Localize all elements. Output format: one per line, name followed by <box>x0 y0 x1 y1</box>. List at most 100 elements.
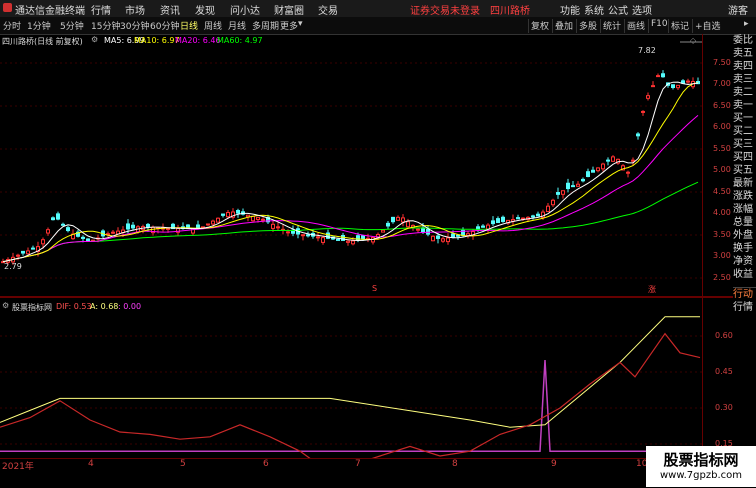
price-tick: 3.50 <box>713 230 731 239</box>
quote-field: 换手 <box>733 243 753 254</box>
quote-field: 买一 <box>733 113 753 124</box>
indicator-axis: 0.60 0.45 0.30 0.15 <box>702 298 734 458</box>
tool-draw[interactable]: 画线 <box>624 19 647 33</box>
quote-field: 买二 <box>733 126 753 137</box>
candlestick-chart <box>0 41 702 279</box>
indicator-tick: 0.30 <box>715 403 733 412</box>
quote-field: 卖四 <box>733 61 753 72</box>
tool-multistock[interactable]: 多股 <box>576 19 599 33</box>
quote-field: 买四 <box>733 152 753 163</box>
period-intraday[interactable]: 分时 <box>3 19 21 32</box>
dif-line <box>0 332 701 458</box>
time-tick: 2021年 <box>2 462 34 472</box>
period-weekly[interactable]: 周线 <box>204 19 222 32</box>
user-label[interactable]: 游客 <box>728 2 748 17</box>
quote-field: 外盘 <box>733 230 753 241</box>
period-daily[interactable]: 日线 <box>180 19 198 32</box>
quote-field: 委比 <box>733 35 753 46</box>
tool-f10[interactable]: F10 <box>648 19 670 33</box>
login-status[interactable]: 证券交易未登录 <box>410 2 480 17</box>
indicator-panel[interactable]: ⚙ 股票指标网 DIF: 0.53 A: 0.68 : 0.00 <box>0 298 702 458</box>
time-tick: 9 <box>551 459 557 469</box>
price-tick: 7.50 <box>713 58 731 67</box>
menu-item-markets[interactable]: 市场 <box>125 2 145 17</box>
tool-mark[interactable]: 标记 <box>668 19 691 33</box>
tool-stats[interactable]: 统计 <box>600 19 623 33</box>
period-more[interactable]: 更多 <box>280 19 298 32</box>
menu-item-news[interactable]: 资讯 <box>160 2 180 17</box>
quote-tab-action[interactable]: 行动 <box>733 288 756 301</box>
price-tick: 5.00 <box>713 165 731 174</box>
quote-field: 买三 <box>733 139 753 150</box>
time-tick: 4 <box>88 459 94 469</box>
app-title: 通达信金融终端 <box>15 6 85 17</box>
time-tick: 5 <box>180 459 186 469</box>
watermark-logo: 股票指标网 www.7gpzb.com <box>646 446 756 487</box>
quote-field: 卖二 <box>733 87 753 98</box>
signal-marker: S <box>372 284 378 293</box>
app-logo-icon <box>3 3 12 12</box>
quote-field: 卖一 <box>733 100 753 111</box>
menu-item-trade[interactable]: 交易 <box>318 2 338 17</box>
quote-tab-market[interactable]: 行情 <box>733 301 756 314</box>
indicator-tick: 0.60 <box>715 331 733 340</box>
period-multi[interactable]: 多周期 <box>252 19 279 32</box>
tool-overlay[interactable]: 叠加 <box>552 19 575 33</box>
quote-field: 最新 <box>733 178 753 189</box>
price-tick: 6.50 <box>713 101 731 110</box>
main-chart-panel[interactable]: 四川路桥(日线 前复权) ⚙ MA5: 6.99 MA10: 6.97 MA20… <box>0 34 702 296</box>
price-tick: 4.00 <box>713 208 731 217</box>
quote-field: 总量 <box>733 217 753 228</box>
candles <box>1 70 700 265</box>
quote-field: 涨幅 <box>733 204 753 215</box>
menu-item-function[interactable]: 功能 <box>560 2 580 17</box>
time-tick: 8 <box>452 459 458 469</box>
price-tick: 7.00 <box>713 79 731 88</box>
period-monthly[interactable]: 月线 <box>228 19 246 32</box>
period-30min[interactable]: 30分钟 <box>120 19 149 32</box>
chevron-down-icon[interactable]: ▾ <box>298 19 303 29</box>
low-price-label: 2.79 <box>4 262 22 271</box>
price-tick: 2.50 <box>713 273 731 282</box>
menu-item-market[interactable]: 行情 <box>91 2 111 17</box>
tool-adjust[interactable]: 复权 <box>528 19 551 33</box>
period-60min[interactable]: 60分钟 <box>150 19 179 32</box>
menu-bar: 通达信金融终端 行情 市场 资讯 发现 问小达 财富圈 交易 证券交易未登录 四… <box>0 0 756 18</box>
period-5min[interactable]: 5分钟 <box>60 19 84 32</box>
menu-item-discover[interactable]: 发现 <box>195 2 215 17</box>
indicator-tick: 0.45 <box>715 367 733 376</box>
period-bar: 分时 1分钟 5分钟 15分钟 30分钟 60分钟 日线 周线 月线 多周期 更… <box>0 17 756 35</box>
price-tick: 3.00 <box>713 251 731 260</box>
quote-field: 卖五 <box>733 48 753 59</box>
price-tick: 6.00 <box>713 122 731 131</box>
time-tick: 6 <box>263 459 269 469</box>
period-1min[interactable]: 1分钟 <box>27 19 51 32</box>
tool-add-watchlist[interactable]: +自选 <box>692 19 723 33</box>
menu-item-system[interactable]: 系统 <box>584 2 604 17</box>
watermark-title: 股票指标网 <box>663 451 739 469</box>
b-line <box>0 359 700 452</box>
price-tick: 5.50 <box>713 144 731 153</box>
quote-field: 收益 <box>733 269 753 280</box>
time-axis <box>0 458 733 488</box>
high-price-label: 7.82 <box>638 46 656 55</box>
menu-item-options[interactable]: 选项 <box>632 2 652 17</box>
time-tick: 7 <box>355 459 361 469</box>
indicator-chart <box>0 316 702 458</box>
watermark-url: www.7gpzb.com <box>660 470 742 481</box>
stock-name: 四川路桥 <box>490 6 530 17</box>
quote-field: 涨跌 <box>733 191 753 202</box>
menu-item-wealth[interactable]: 财富圈 <box>274 2 304 17</box>
price-axis: 7.50 7.00 6.50 6.00 5.50 5.00 4.50 4.00 … <box>702 34 734 296</box>
quote-divider <box>733 281 756 288</box>
menu-item-ask[interactable]: 问小达 <box>230 2 260 17</box>
expand-icon[interactable]: ▸ <box>744 19 749 29</box>
quote-panel: 委比 卖五 卖四 卖三 卖二 卖一 买一 买二 买三 买四 买五 最新 涨跌 涨… <box>733 34 756 364</box>
close-icon[interactable]: ◇ <box>690 36 696 45</box>
price-tick: 4.50 <box>713 187 731 196</box>
quote-field: 买五 <box>733 165 753 176</box>
menu-item-formula[interactable]: 公式 <box>608 2 628 17</box>
quote-field: 净资 <box>733 256 753 267</box>
period-15min[interactable]: 15分钟 <box>91 19 120 32</box>
rise-marker: 涨 <box>648 285 656 294</box>
